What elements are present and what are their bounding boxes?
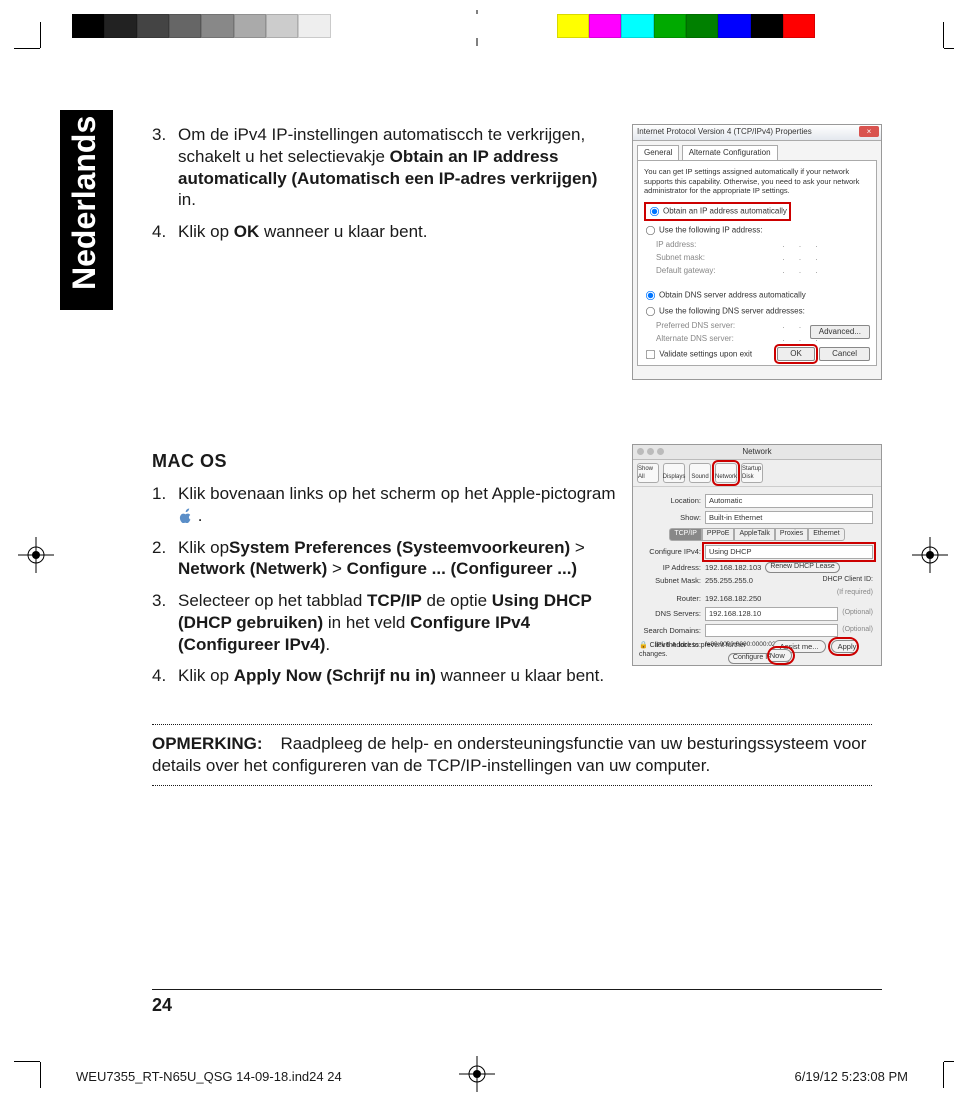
footer-rule <box>152 989 882 990</box>
tab-alternate[interactable]: Alternate Configuration <box>682 145 778 160</box>
mac-step-3: 3. Selecteer op het tabblad TCP/IP de op… <box>178 590 618 655</box>
configure-ipv4-select[interactable]: Using DHCP <box>705 545 873 559</box>
tab-general[interactable]: General <box>637 145 679 160</box>
mac-step-1: 1. Klik bovenaan links op het scherm op … <box>178 483 618 527</box>
advanced-button[interactable]: Advanced... <box>810 325 870 339</box>
toolbar-sound[interactable]: Sound <box>689 463 711 483</box>
renew-dhcp-button[interactable]: Renew DHCP Lease <box>765 562 839 573</box>
windows-ipv4-dialog: Internet Protocol Version 4 (TCP/IPv4) P… <box>632 124 882 380</box>
toolbar-network[interactable]: Network <box>715 463 737 483</box>
note-box: OPMERKING:Raadpleeg de help- en onderste… <box>152 724 872 786</box>
apple-icon <box>178 508 193 523</box>
toolbar-displays[interactable]: Displays <box>663 463 685 483</box>
traffic-lights-icon <box>637 448 664 455</box>
dns-servers-field[interactable]: 192.168.128.10 <box>705 607 838 621</box>
location-select[interactable]: Automatic <box>705 494 873 508</box>
tab-pppoe[interactable]: PPPoE <box>702 528 735 541</box>
print-slug: WEU7355_RT-N65U_QSG 14-09-18.ind24 24 6/… <box>76 1069 908 1084</box>
tab-ethernet[interactable]: Ethernet <box>808 528 844 541</box>
toolbar-startup-disk[interactable]: Startup Disk <box>741 463 763 483</box>
dialog-description: You can get IP settings assigned automat… <box>644 167 870 196</box>
printer-color-bar <box>72 14 912 38</box>
crop-mark-icon <box>906 1062 944 1100</box>
radio-use-dns[interactable] <box>646 307 655 316</box>
tab-proxies[interactable]: Proxies <box>775 528 808 541</box>
close-icon[interactable]: × <box>859 126 879 137</box>
search-domains-field[interactable] <box>705 624 838 638</box>
tab-appletalk[interactable]: AppleTalk <box>734 528 774 541</box>
radio-obtain-dns-auto[interactable] <box>646 291 655 300</box>
registration-mark-icon <box>18 537 54 573</box>
mac-step-4: 4. Klik op Apply Now (Schrijf nu in) wan… <box>178 665 618 687</box>
checkbox-validate[interactable] <box>646 350 655 359</box>
radio-use-ip[interactable] <box>646 226 655 235</box>
tab-tcp/ip[interactable]: TCP/IP <box>669 528 702 541</box>
crop-mark-icon <box>40 1062 78 1100</box>
radio-obtain-ip-auto[interactable] <box>650 207 659 216</box>
toolbar-show-all[interactable]: Show All <box>637 463 659 483</box>
mac-step-2: 2. Klik opSystem Preferences (Systeemvoo… <box>178 537 618 581</box>
macos-network-dialog: Network Show AllDisplaysSoundNetworkStar… <box>632 444 882 666</box>
show-select[interactable]: Built-in Ethernet <box>705 511 873 525</box>
step-3: 3. Om de iPv4 IP-instellingen automatisc… <box>178 124 608 211</box>
step-4: 4. Klik op OK wanneer u klaar bent. <box>178 221 608 243</box>
ok-button[interactable]: OK <box>777 347 815 361</box>
cancel-button[interactable]: Cancel <box>819 347 870 361</box>
page-number: 24 <box>152 995 172 1016</box>
